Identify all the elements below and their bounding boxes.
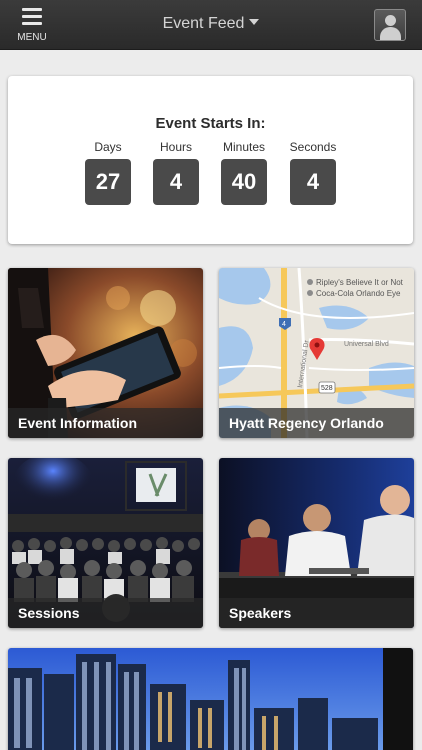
- countdown-label: Seconds: [289, 140, 337, 154]
- event-feed-title: Event Feed: [162, 15, 245, 32]
- route-528-shield: 528: [318, 381, 336, 394]
- hotel-map-tile[interactable]: Ripley's Believe It or Not Coca-Cola Orl…: [219, 268, 414, 438]
- countdown-card: Event Starts In: Days 27 Hours 4 Minutes…: [8, 76, 413, 244]
- svg-text:528: 528: [321, 385, 333, 392]
- svg-text:4: 4: [282, 321, 286, 328]
- city-skyline-image: [8, 648, 413, 750]
- menu-label: MENU: [17, 32, 47, 43]
- countdown-label: Hours: [159, 140, 192, 154]
- countdown-seconds: Seconds 4: [278, 140, 348, 205]
- map-label-place-2: Coca-Cola Orlando Eye: [316, 289, 401, 298]
- menu-button[interactable]: MENU: [14, 6, 50, 44]
- countdown-days: Days 27: [73, 140, 143, 205]
- top-navigation-bar: MENU Event Feed: [0, 0, 422, 50]
- caret-down-icon: [249, 19, 260, 25]
- countdown-minutes: Minutes 40: [209, 140, 279, 205]
- tile-caption: Sessions: [8, 598, 203, 628]
- countdown-value: 27: [85, 159, 131, 205]
- countdown-value: 40: [221, 159, 267, 205]
- countdown-value: 4: [290, 159, 336, 205]
- countdown-value: 4: [153, 159, 199, 205]
- tile-caption: Speakers: [219, 598, 414, 628]
- event-information-tile[interactable]: Event Information: [8, 268, 203, 438]
- countdown-label: Minutes: [222, 140, 266, 154]
- profile-button[interactable]: [374, 9, 406, 41]
- map-label-place-1: Ripley's Believe It or Not: [316, 278, 404, 287]
- speakers-tile[interactable]: Speakers: [219, 458, 414, 628]
- sessions-tile[interactable]: Sessions: [8, 458, 203, 628]
- countdown-label: Days: [94, 140, 122, 154]
- tile-caption: Event Information: [8, 408, 203, 438]
- event-feed-dropdown[interactable]: Event Feed: [140, 15, 282, 33]
- countdown-title: Event Starts In:: [155, 115, 266, 132]
- tile-caption: Hyatt Regency Orlando: [219, 408, 414, 438]
- countdown-hours: Hours 4: [141, 140, 211, 205]
- city-skyline-tile[interactable]: [8, 648, 413, 750]
- map-label-road-1: Universal Blvd: [344, 341, 389, 348]
